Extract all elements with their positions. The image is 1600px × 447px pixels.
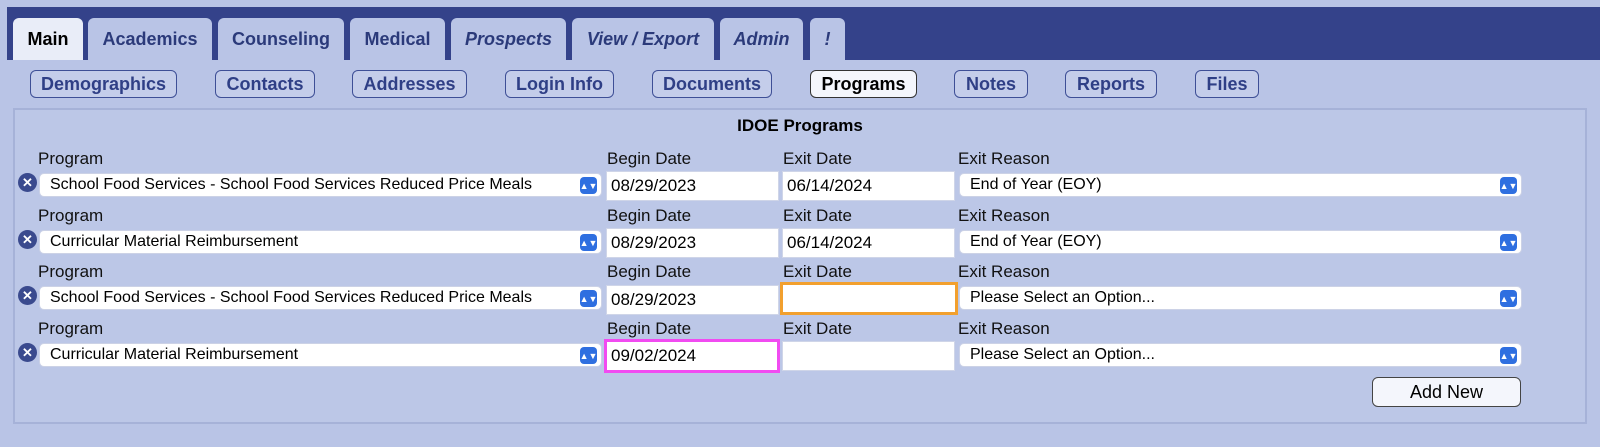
program-label: Program — [38, 262, 104, 281]
program-label: Program — [38, 149, 104, 168]
remove-circle-icon[interactable]: ✕ — [18, 343, 37, 362]
begin-date-label: Begin Date — [607, 149, 692, 168]
exit-reason-label: Exit Reason — [958, 206, 1050, 225]
program-select[interactable]: Curricular Material Reimbursement ▲▼ — [39, 230, 602, 254]
exit-reason-select[interactable]: End of Year (EOY) ▲▼ — [959, 173, 1522, 197]
panel-title: IDOE Programs — [737, 116, 863, 135]
select-arrow-icon: ▲▼ — [580, 347, 597, 364]
exit-date-input[interactable]: 06/14/2024 — [782, 171, 955, 201]
exit-date-label: Exit Date — [783, 149, 852, 168]
begin-date-label: Begin Date — [607, 319, 692, 338]
tab-view-export[interactable]: View / Export — [572, 18, 714, 60]
subtab-files[interactable]: Files — [1195, 70, 1259, 98]
program-select[interactable]: School Food Services - School Food Servi… — [39, 173, 602, 197]
select-arrow-icon: ▲▼ — [1500, 177, 1517, 194]
tab-admin[interactable]: Admin — [720, 18, 803, 60]
select-arrow-icon: ▲▼ — [1500, 234, 1517, 251]
program-label: Program — [38, 319, 104, 338]
select-arrow-icon: ▲▼ — [580, 234, 597, 251]
begin-date-input[interactable]: 08/29/2023 — [606, 285, 779, 315]
remove-circle-icon[interactable]: ✕ — [18, 286, 37, 305]
exit-date-label: Exit Date — [783, 206, 852, 225]
begin-date-input[interactable]: 09/02/2024 — [604, 339, 780, 373]
tab-counseling[interactable]: Counseling — [218, 18, 344, 60]
subtab-addresses[interactable]: Addresses — [352, 70, 467, 98]
tab-alert[interactable]: ! — [810, 18, 845, 60]
subtab-programs[interactable]: Programs — [810, 70, 917, 98]
exit-date-input[interactable] — [782, 341, 955, 371]
exit-reason-select[interactable]: Please Select an Option... ▲▼ — [959, 343, 1522, 367]
program-select[interactable]: Curricular Material Reimbursement ▲▼ — [39, 343, 602, 367]
remove-circle-icon[interactable]: ✕ — [18, 230, 37, 249]
subtab-notes[interactable]: Notes — [954, 70, 1028, 98]
exit-date-input[interactable] — [780, 282, 958, 315]
subtab-documents[interactable]: Documents — [652, 70, 772, 98]
exit-date-label: Exit Date — [783, 262, 852, 281]
select-arrow-icon: ▲▼ — [1500, 347, 1517, 364]
select-arrow-icon: ▲▼ — [1500, 290, 1517, 307]
begin-date-input[interactable]: 08/29/2023 — [606, 228, 779, 258]
tab-academics[interactable]: Academics — [88, 18, 212, 60]
exit-reason-label: Exit Reason — [958, 262, 1050, 281]
subtab-contacts[interactable]: Contacts — [215, 70, 315, 98]
begin-date-label: Begin Date — [607, 206, 692, 225]
add-new-button[interactable]: Add New — [1372, 377, 1521, 407]
exit-reason-select[interactable]: End of Year (EOY) ▲▼ — [959, 230, 1522, 254]
exit-date-label: Exit Date — [783, 319, 852, 338]
tab-prospects[interactable]: Prospects — [451, 18, 566, 60]
select-arrow-icon: ▲▼ — [580, 177, 597, 194]
subtab-demographics[interactable]: Demographics — [30, 70, 177, 98]
subtab-login-info[interactable]: Login Info — [505, 70, 614, 98]
begin-date-label: Begin Date — [607, 262, 692, 281]
exit-reason-label: Exit Reason — [958, 319, 1050, 338]
exit-reason-label: Exit Reason — [958, 149, 1050, 168]
exit-reason-select[interactable]: Please Select an Option... ▲▼ — [959, 286, 1522, 310]
program-select[interactable]: School Food Services - School Food Servi… — [39, 286, 602, 310]
tab-main[interactable]: Main — [13, 18, 83, 60]
remove-circle-icon[interactable]: ✕ — [18, 173, 37, 192]
program-label: Program — [38, 206, 104, 225]
exit-date-input[interactable]: 06/14/2024 — [782, 228, 955, 258]
subtab-reports[interactable]: Reports — [1065, 70, 1157, 98]
select-arrow-icon: ▲▼ — [580, 290, 597, 307]
tab-medical[interactable]: Medical — [350, 18, 445, 60]
begin-date-input[interactable]: 08/29/2023 — [606, 171, 779, 201]
